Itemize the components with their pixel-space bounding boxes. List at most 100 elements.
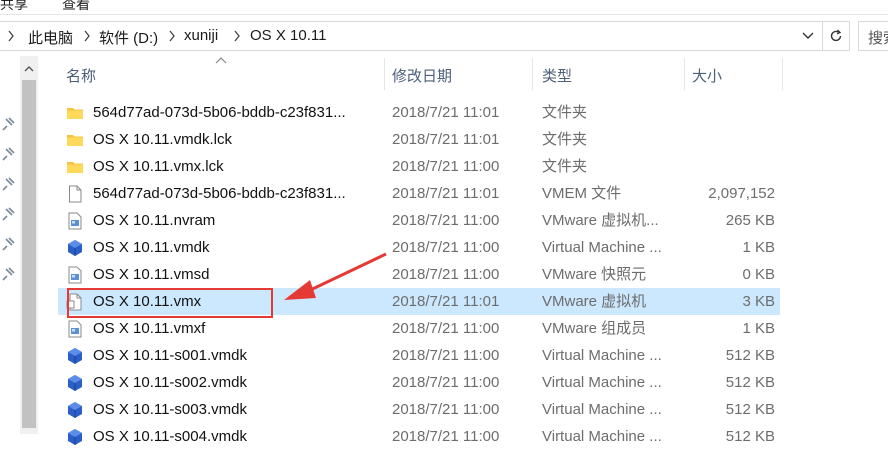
- file-row[interactable]: OS X 10.11-s003.vmdk 2018/7/21 11:00 Virtu…: [58, 396, 780, 423]
- file-name: OS X 10.11-s004.vmdk: [93, 428, 247, 445]
- file-type: Virtual Machine ...: [542, 401, 662, 418]
- chevron-down-icon: [802, 32, 814, 39]
- column-divider[interactable]: [684, 58, 685, 90]
- file-row[interactable]: OS X 10.11-s001.vmdk 2018/7/21 11:00 Virtu…: [58, 342, 780, 369]
- ribbon-tab-view[interactable]: 查看: [62, 0, 90, 14]
- file-type: VMware 虚拟机: [542, 293, 647, 310]
- chevron-right-icon[interactable]: [82, 28, 92, 44]
- file-name: OS X 10.11-s003.vmdk: [93, 401, 247, 418]
- chevron-right-icon[interactable]: [232, 28, 242, 44]
- virtual-disk-icon: [66, 428, 84, 446]
- file-modified-date: 2018/7/21 11:00: [392, 266, 500, 283]
- pin-icon[interactable]: [2, 237, 16, 251]
- file-size: 512 KB: [725, 374, 775, 391]
- file-row[interactable]: 564d77ad-073d-5b06-bddb-c23f831... 2018/7…: [58, 99, 780, 126]
- file-size: 265 KB: [725, 212, 775, 229]
- file-modified-date: 2018/7/21 11:00: [392, 347, 500, 364]
- file-row[interactable]: 564d77ad-073d-5b06-bddb-c23f831... 2018/7…: [58, 180, 780, 207]
- file-size: 1 KB: [742, 239, 775, 256]
- file-modified-date: 2018/7/21 11:00: [392, 374, 500, 391]
- column-divider[interactable]: [532, 58, 533, 90]
- file-type: 文件夹: [542, 104, 588, 121]
- column-divider[interactable]: [384, 58, 385, 90]
- pin-icon[interactable]: [2, 267, 16, 281]
- file-name: OS X 10.11.vmx.lck: [93, 158, 224, 175]
- file-modified-date: 2018/7/21 11:00: [392, 158, 500, 175]
- file-size: [680, 99, 775, 126]
- column-divider[interactable]: [782, 58, 783, 90]
- file-name: OS X 10.11-s002.vmdk: [93, 374, 247, 391]
- column-header-type[interactable]: 类型: [542, 60, 682, 90]
- virtual-disk-icon: [66, 401, 84, 419]
- file-name: OS X 10.11-s001.vmdk: [93, 347, 247, 364]
- file-row[interactable]: OS X 10.11-s002.vmdk 2018/7/21 11:00 Virtu…: [58, 369, 780, 396]
- file-type: Virtual Machine ...: [542, 347, 662, 364]
- scroll-up-button[interactable]: [20, 60, 38, 78]
- file-name: OS X 10.11.nvram: [93, 212, 216, 229]
- vmware-config-icon: [66, 212, 84, 230]
- file-name: OS X 10.11.vmdk.lck: [93, 131, 232, 148]
- file-size: 1 KB: [742, 320, 775, 337]
- vmware-config-icon: [66, 320, 84, 338]
- file-modified-date: 2018/7/21 11:01: [392, 131, 500, 148]
- file-size: 0 KB: [742, 266, 775, 283]
- chevron-right-icon[interactable]: [6, 28, 16, 44]
- file-type: VMware 快照元: [542, 266, 647, 283]
- file-size: 3 KB: [742, 293, 775, 310]
- file-row[interactable]: OS X 10.11.nvram 2018/7/21 11:00 VMware 虚拟…: [58, 207, 780, 234]
- file-modified-date: 2018/7/21 11:00: [392, 320, 500, 337]
- file-modified-date: 2018/7/21 11:00: [392, 401, 500, 418]
- file-row[interactable]: OS X 10.11.vmxf 2018/7/21 11:00 VMware 组成员…: [58, 315, 780, 342]
- file-size: [680, 153, 775, 180]
- file-modified-date: 2018/7/21 11:00: [392, 239, 500, 256]
- refresh-button[interactable]: [822, 22, 848, 50]
- file-type: 文件夹: [542, 158, 588, 175]
- column-header-size[interactable]: 大小: [692, 60, 780, 90]
- virtual-disk-icon: [66, 374, 84, 392]
- pin-icon[interactable]: [2, 177, 16, 191]
- file-type: VMware 组成员: [542, 320, 647, 337]
- file-row[interactable]: OS X 10.11.vmsd 2018/7/21 11:00 VMware 快照元…: [58, 261, 780, 288]
- file-row[interactable]: OS X 10.11.vmdk.lck 2018/7/21 11:01 文件夹: [58, 126, 780, 153]
- file-modified-date: 2018/7/21 11:01: [392, 293, 500, 310]
- file-type: VMEM 文件: [542, 185, 622, 202]
- file-type: Virtual Machine ...: [542, 428, 662, 445]
- breadcrumb-current-folder[interactable]: OS X 10.11: [250, 27, 326, 44]
- file-icon: [66, 185, 84, 203]
- file-size: 2,097,152: [708, 185, 775, 202]
- file-row[interactable]: OS X 10.11-s004.vmdk 2018/7/21 11:00 Virtu…: [58, 423, 780, 450]
- file-type: 文件夹: [542, 131, 588, 148]
- search-placeholder: 搜索: [868, 30, 888, 47]
- scrollbar-thumb[interactable]: [22, 80, 36, 428]
- pin-icon[interactable]: [2, 147, 16, 161]
- file-type: Virtual Machine ...: [542, 239, 662, 256]
- virtual-disk-icon: [66, 239, 84, 257]
- pin-icon[interactable]: [2, 207, 16, 221]
- column-header-name[interactable]: 名称: [66, 60, 382, 90]
- column-header-modified[interactable]: 修改日期: [392, 60, 532, 90]
- pin-icon[interactable]: [2, 117, 16, 131]
- file-name: 564d77ad-073d-5b06-bddb-c23f831...: [93, 104, 346, 121]
- file-type: VMware 虚拟机...: [542, 212, 659, 229]
- annotation-arrow-icon: [284, 252, 387, 300]
- file-row[interactable]: OS X 10.11.vmx.lck 2018/7/21 11:00 文件夹: [58, 153, 780, 180]
- file-modified-date: 2018/7/21 11:00: [392, 428, 500, 445]
- chevron-right-icon[interactable]: [167, 28, 177, 44]
- breadcrumb-xuniji[interactable]: xuniji: [184, 27, 218, 44]
- chevron-up-icon: [24, 66, 34, 72]
- ribbon-tab-share[interactable]: 共享: [0, 0, 28, 14]
- file-name: OS X 10.11.vmxf: [93, 320, 206, 337]
- annotation-highlight-box: [67, 288, 273, 318]
- refresh-icon: [830, 29, 841, 42]
- file-name: 564d77ad-073d-5b06-bddb-c23f831...: [93, 185, 346, 202]
- file-size: 512 KB: [725, 428, 775, 445]
- address-history-dropdown[interactable]: [795, 22, 821, 50]
- folder-icon: [66, 158, 84, 176]
- file-modified-date: 2018/7/21 11:01: [392, 185, 500, 202]
- breadcrumb-drive-d[interactable]: 软件 (D:): [99, 27, 158, 48]
- virtual-disk-icon: [66, 347, 84, 365]
- file-modified-date: 2018/7/21 11:00: [392, 212, 500, 229]
- breadcrumb-this-pc[interactable]: 此电脑: [28, 27, 73, 48]
- folder-icon: [66, 131, 84, 149]
- file-row[interactable]: OS X 10.11.vmdk 2018/7/21 11:00 Virtual Ma…: [58, 234, 780, 261]
